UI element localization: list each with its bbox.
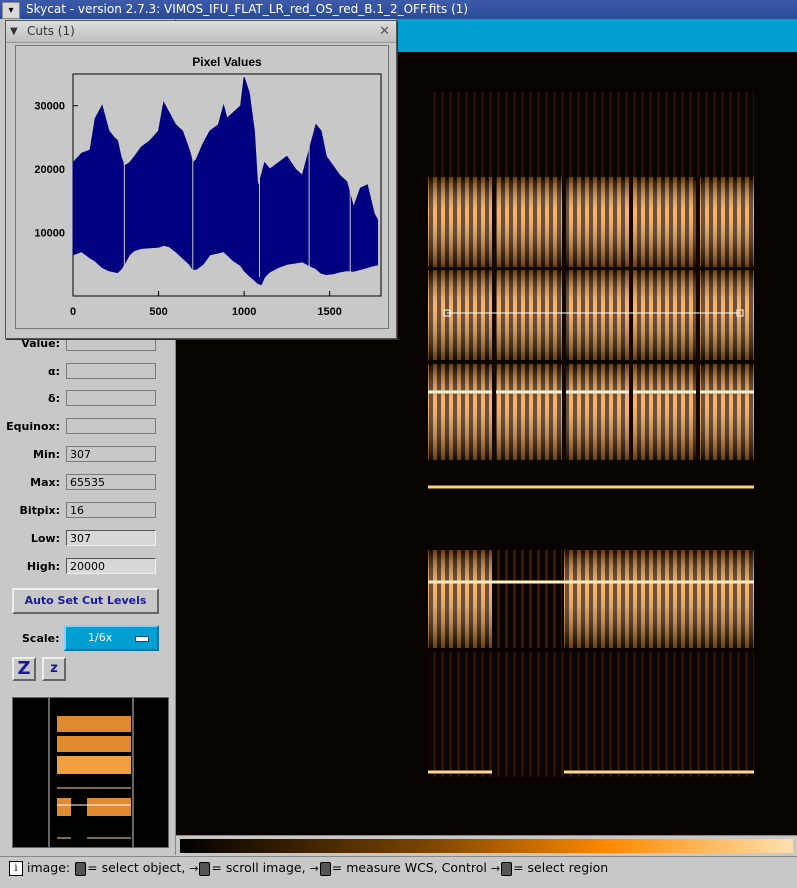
window-title: Skycat - version 2.7.3: VIMOS_IFU_FLAT_L… <box>26 2 469 16</box>
cuts-window: ▼ Cuts (1) ✕ Pixel Values 10000 20000 3000… <box>5 20 397 339</box>
info-row-min: Min: 307 <box>0 446 175 466</box>
min-label: Min: <box>33 448 60 461</box>
arrow-icon: → <box>490 862 501 875</box>
chevron-down-icon[interactable]: ▾ <box>2 2 20 19</box>
arrow-icon: → <box>189 862 199 875</box>
cuts-title-bar[interactable]: ▼ Cuts (1) ✕ <box>6 21 396 43</box>
alpha-label: α: <box>48 365 60 378</box>
equinox-field <box>66 418 156 434</box>
bitpix-label: Bitpix: <box>19 504 60 517</box>
info-row-delta: δ: <box>0 390 175 410</box>
scale-label: Scale: <box>22 632 60 645</box>
dropdown-icon <box>135 636 149 642</box>
status-measure-wcs: = measure WCS, Control <box>331 860 487 875</box>
x-tick-label: 1500 <box>317 306 341 318</box>
y-tick-label: 30000 <box>34 101 65 113</box>
info-row-low: Low: 307 <box>0 530 175 550</box>
scale-value: 1/6x <box>88 631 113 644</box>
info-icon: i <box>9 861 23 876</box>
pan-thumbnail[interactable] <box>12 697 169 848</box>
max-field: 65535 <box>66 474 156 490</box>
equinox-label: Equinox: <box>6 420 60 433</box>
mouse-icon <box>75 861 87 876</box>
min-field: 307 <box>66 446 156 462</box>
header-strip <box>396 19 797 52</box>
x-tick-label: 1000 <box>232 306 256 318</box>
status-bar: i image: = select object, → = scroll image… <box>0 856 797 879</box>
colorbar <box>176 835 797 856</box>
x-tick-label: 500 <box>149 306 167 318</box>
mouse-icon <box>199 861 211 876</box>
y-tick-label: 20000 <box>34 164 65 176</box>
cuts-window-bottom-edge <box>6 327 396 338</box>
cuts-plot-frame: Pixel Values 10000 20000 30000 0 500 1000 1500 <box>15 45 389 329</box>
bitpix-field: 16 <box>66 502 156 518</box>
low-cut-input[interactable]: 307 <box>66 530 156 546</box>
mouse-icon <box>319 861 331 876</box>
thumbnail-image <box>48 698 134 847</box>
delta-label: δ: <box>48 392 60 405</box>
close-icon[interactable]: ✕ <box>379 21 390 42</box>
zoom-out-button[interactable]: z <box>42 657 66 681</box>
info-row-max: Max: 65535 <box>0 474 175 494</box>
mouse-icon <box>501 861 513 876</box>
info-row-equinox: Equinox: <box>0 418 175 438</box>
cuts-window-title: Cuts (1) <box>27 24 75 38</box>
chart-title: Pixel Values <box>192 55 262 69</box>
high-label: High: <box>26 560 60 573</box>
chevron-down-icon[interactable]: ▼ <box>10 21 18 42</box>
auto-set-cut-levels-button[interactable]: Auto Set Cut Levels <box>12 588 159 614</box>
status-prefix: image: <box>27 860 71 875</box>
alpha-field <box>66 363 156 379</box>
info-row-bitpix: Bitpix: 16 <box>0 502 175 522</box>
arrow-icon: → <box>309 862 319 875</box>
info-row-alpha: α: <box>0 363 175 383</box>
status-select-object: = select object, <box>87 860 186 875</box>
x-tick-label: 0 <box>70 306 76 318</box>
colorbar-gradient <box>180 839 793 853</box>
window-title-bar: ▾ Skycat - version 2.7.3: VIMOS_IFU_FLAT… <box>0 0 797 19</box>
zoom-in-button[interactable]: Z <box>12 657 36 681</box>
scale-select[interactable]: 1/6x <box>64 625 159 651</box>
low-label: Low: <box>30 532 60 545</box>
status-select-region: = select region <box>513 860 609 875</box>
max-label: Max: <box>30 476 60 489</box>
status-scroll-image: = scroll image, <box>211 860 306 875</box>
info-row-high: High: 20000 <box>0 558 175 578</box>
delta-field <box>66 390 156 406</box>
high-cut-input[interactable]: 20000 <box>66 558 156 574</box>
pixel-values-chart: Pixel Values 10000 20000 30000 0 500 1000 1500 <box>34 55 382 318</box>
y-tick-label: 10000 <box>34 228 65 240</box>
